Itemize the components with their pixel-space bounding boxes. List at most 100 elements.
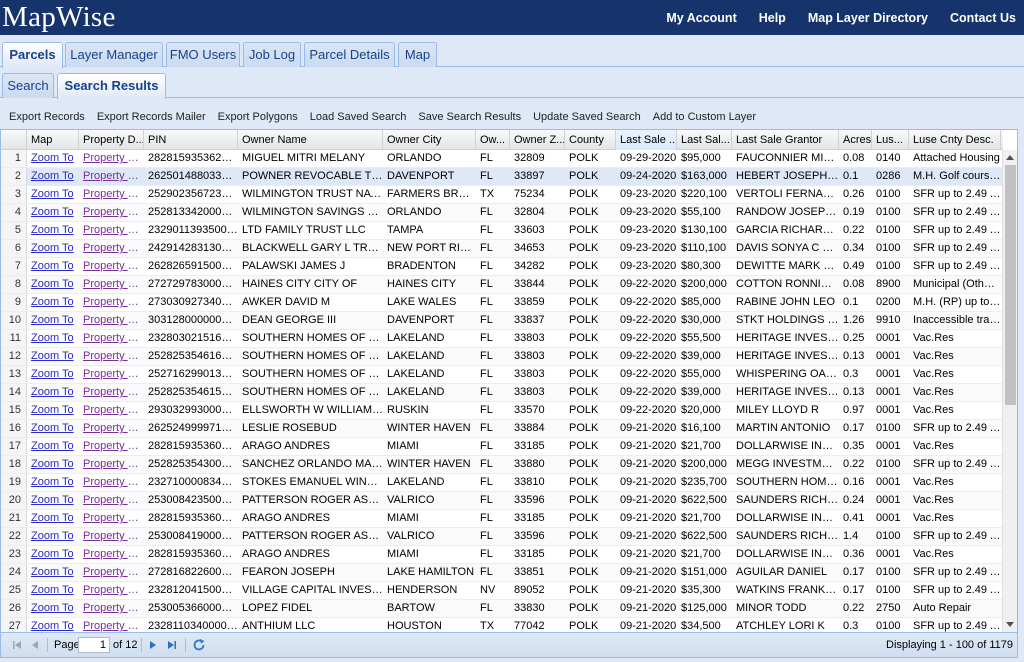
table-row[interactable]: 25 Zoom To Property D... 23281204150000... V… <box>1 582 1003 600</box>
refresh-icon[interactable] <box>192 638 206 652</box>
zoom-to-link[interactable]: Zoom To <box>27 438 79 455</box>
owner-zip-column-header[interactable]: Owner Z... <box>510 130 565 150</box>
zoom-to-link[interactable]: Zoom To <box>27 474 79 491</box>
nav-my-account[interactable]: My Account <box>666 11 736 25</box>
export-polygons-button[interactable]: Export Polygons <box>218 111 298 123</box>
tab-search-results[interactable]: Search Results <box>57 73 166 99</box>
page-number-input[interactable] <box>78 637 110 653</box>
property-details-link[interactable]: Property D... <box>79 276 144 293</box>
property-details-link[interactable]: Property D... <box>79 474 144 491</box>
table-row[interactable]: 27 Zoom To Property D... 23281103400001... A… <box>1 618 1003 632</box>
zoom-to-link[interactable]: Zoom To <box>27 420 79 437</box>
pin-column-header[interactable]: PIN <box>144 130 238 150</box>
scrollbar-thumb[interactable] <box>1005 165 1016 405</box>
property-details-link[interactable]: Property D... <box>79 528 144 545</box>
owner-state-column-header[interactable]: Ow... <box>476 130 510 150</box>
zoom-to-link[interactable]: Zoom To <box>27 222 79 239</box>
table-row[interactable]: 5 Zoom To Property D... 23290113935000... LT… <box>1 222 1003 240</box>
property-details-link[interactable]: Property D... <box>79 186 144 203</box>
luse-code-column-header[interactable]: Lus... <box>872 130 909 150</box>
tab-parcels[interactable]: Parcels <box>2 42 63 68</box>
vertical-scrollbar[interactable] <box>1002 150 1017 632</box>
acres-column-header[interactable]: Acres <box>839 130 872 150</box>
property-details-link[interactable]: Property D... <box>79 204 144 221</box>
property-details-link[interactable]: Property D... <box>79 240 144 257</box>
table-row[interactable]: 22 Zoom To Property D... 25300841900000... P… <box>1 528 1003 546</box>
property-details-link[interactable]: Property D... <box>79 456 144 473</box>
table-row[interactable]: 8 Zoom To Property D... 27272978300000... HA… <box>1 276 1003 294</box>
table-row[interactable]: 16 Zoom To Property D... 26252499997100... L… <box>1 420 1003 438</box>
nav-help[interactable]: Help <box>759 11 786 25</box>
tab-parcel-details[interactable]: Parcel Details <box>304 42 395 67</box>
zoom-to-link[interactable]: Zoom To <box>27 402 79 419</box>
zoom-to-link[interactable]: Zoom To <box>27 492 79 509</box>
table-row[interactable]: 2 Zoom To Property D... 26250148803300... PO… <box>1 168 1003 186</box>
zoom-to-link[interactable]: Zoom To <box>27 366 79 383</box>
zoom-to-link[interactable]: Zoom To <box>27 528 79 545</box>
table-row[interactable]: 10 Zoom To Property D... 30312800000002... D… <box>1 312 1003 330</box>
zoom-to-link[interactable]: Zoom To <box>27 618 79 632</box>
property-details-link[interactable]: Property D... <box>79 258 144 275</box>
zoom-to-link[interactable]: Zoom To <box>27 564 79 581</box>
table-row[interactable]: 1 Zoom To Property D... 28281593536200... MI… <box>1 150 1003 168</box>
row-number-column-header[interactable] <box>1 130 27 150</box>
zoom-to-link[interactable]: Zoom To <box>27 384 79 401</box>
last-sale-price-column-header[interactable]: Last Sal... <box>677 130 732 150</box>
property-details-link[interactable]: Property D... <box>79 510 144 527</box>
first-page-icon[interactable] <box>11 639 23 651</box>
table-row[interactable]: 9 Zoom To Property D... 27303092734000... AW… <box>1 294 1003 312</box>
table-row[interactable]: 18 Zoom To Property D... 25282535430000... S… <box>1 456 1003 474</box>
owner-name-column-header[interactable]: Owner Name <box>238 130 383 150</box>
table-row[interactable]: 12 Zoom To Property D... 25282535461600... S… <box>1 348 1003 366</box>
zoom-to-link[interactable]: Zoom To <box>27 294 79 311</box>
last-sale-date-column-header[interactable]: Last Sale ... <box>616 130 677 150</box>
property-details-link[interactable]: Property D... <box>79 294 144 311</box>
zoom-to-link[interactable]: Zoom To <box>27 204 79 221</box>
next-page-icon[interactable] <box>147 639 159 651</box>
zoom-to-link[interactable]: Zoom To <box>27 186 79 203</box>
property-details-link[interactable]: Property D... <box>79 546 144 563</box>
property-details-link[interactable]: Property D... <box>79 330 144 347</box>
property-details-column-header[interactable]: Property D... <box>79 130 144 150</box>
zoom-to-link[interactable]: Zoom To <box>27 168 79 185</box>
table-row[interactable]: 17 Zoom To Property D... 28281593536005... A… <box>1 438 1003 456</box>
property-details-link[interactable]: Property D... <box>79 600 144 617</box>
property-details-link[interactable]: Property D... <box>79 402 144 419</box>
zoom-to-link[interactable]: Zoom To <box>27 546 79 563</box>
table-row[interactable]: 23 Zoom To Property D... 28281593536005... A… <box>1 546 1003 564</box>
property-details-link[interactable]: Property D... <box>79 312 144 329</box>
tab-fmo-users[interactable]: FMO Users <box>166 42 240 67</box>
table-row[interactable]: 14 Zoom To Property D... 25282535461500... S… <box>1 384 1003 402</box>
table-row[interactable]: 20 Zoom To Property D... 25300842350000... P… <box>1 492 1003 510</box>
zoom-to-link[interactable]: Zoom To <box>27 456 79 473</box>
save-search-results-button[interactable]: Save Search Results <box>418 111 521 123</box>
scroll-down-arrow-icon[interactable] <box>1006 622 1014 627</box>
zoom-to-link[interactable]: Zoom To <box>27 582 79 599</box>
table-row[interactable]: 6 Zoom To Property D... 24291428313000... BL… <box>1 240 1003 258</box>
table-row[interactable]: 24 Zoom To Property D... 27281682260000... F… <box>1 564 1003 582</box>
zoom-to-link[interactable]: Zoom To <box>27 312 79 329</box>
property-details-link[interactable]: Property D... <box>79 618 144 632</box>
load-saved-search-button[interactable]: Load Saved Search <box>310 111 407 123</box>
zoom-to-link[interactable]: Zoom To <box>27 150 79 167</box>
county-column-header[interactable]: County <box>565 130 616 150</box>
previous-page-icon[interactable] <box>29 639 41 651</box>
update-saved-search-button[interactable]: Update Saved Search <box>533 111 641 123</box>
property-details-link[interactable]: Property D... <box>79 492 144 509</box>
property-details-link[interactable]: Property D... <box>79 438 144 455</box>
property-details-link[interactable]: Property D... <box>79 348 144 365</box>
last-page-icon[interactable] <box>166 639 178 651</box>
export-records-mailer-button[interactable]: Export Records Mailer <box>97 111 206 123</box>
tab-layer-manager[interactable]: Layer Manager <box>65 42 163 67</box>
app-logo[interactable]: MapWise <box>2 0 116 34</box>
zoom-to-link[interactable]: Zoom To <box>27 276 79 293</box>
table-row[interactable]: 4 Zoom To Property D... 25281334200000... WI… <box>1 204 1003 222</box>
property-details-link[interactable]: Property D... <box>79 168 144 185</box>
property-details-link[interactable]: Property D... <box>79 420 144 437</box>
table-row[interactable]: 15 Zoom To Property D... 29303299300000... E… <box>1 402 1003 420</box>
property-details-link[interactable]: Property D... <box>79 564 144 581</box>
table-row[interactable]: 11 Zoom To Property D... 23280302151600... S… <box>1 330 1003 348</box>
table-row[interactable]: 19 Zoom To Property D... 23271000083400... S… <box>1 474 1003 492</box>
property-details-link[interactable]: Property D... <box>79 222 144 239</box>
property-details-link[interactable]: Property D... <box>79 366 144 383</box>
